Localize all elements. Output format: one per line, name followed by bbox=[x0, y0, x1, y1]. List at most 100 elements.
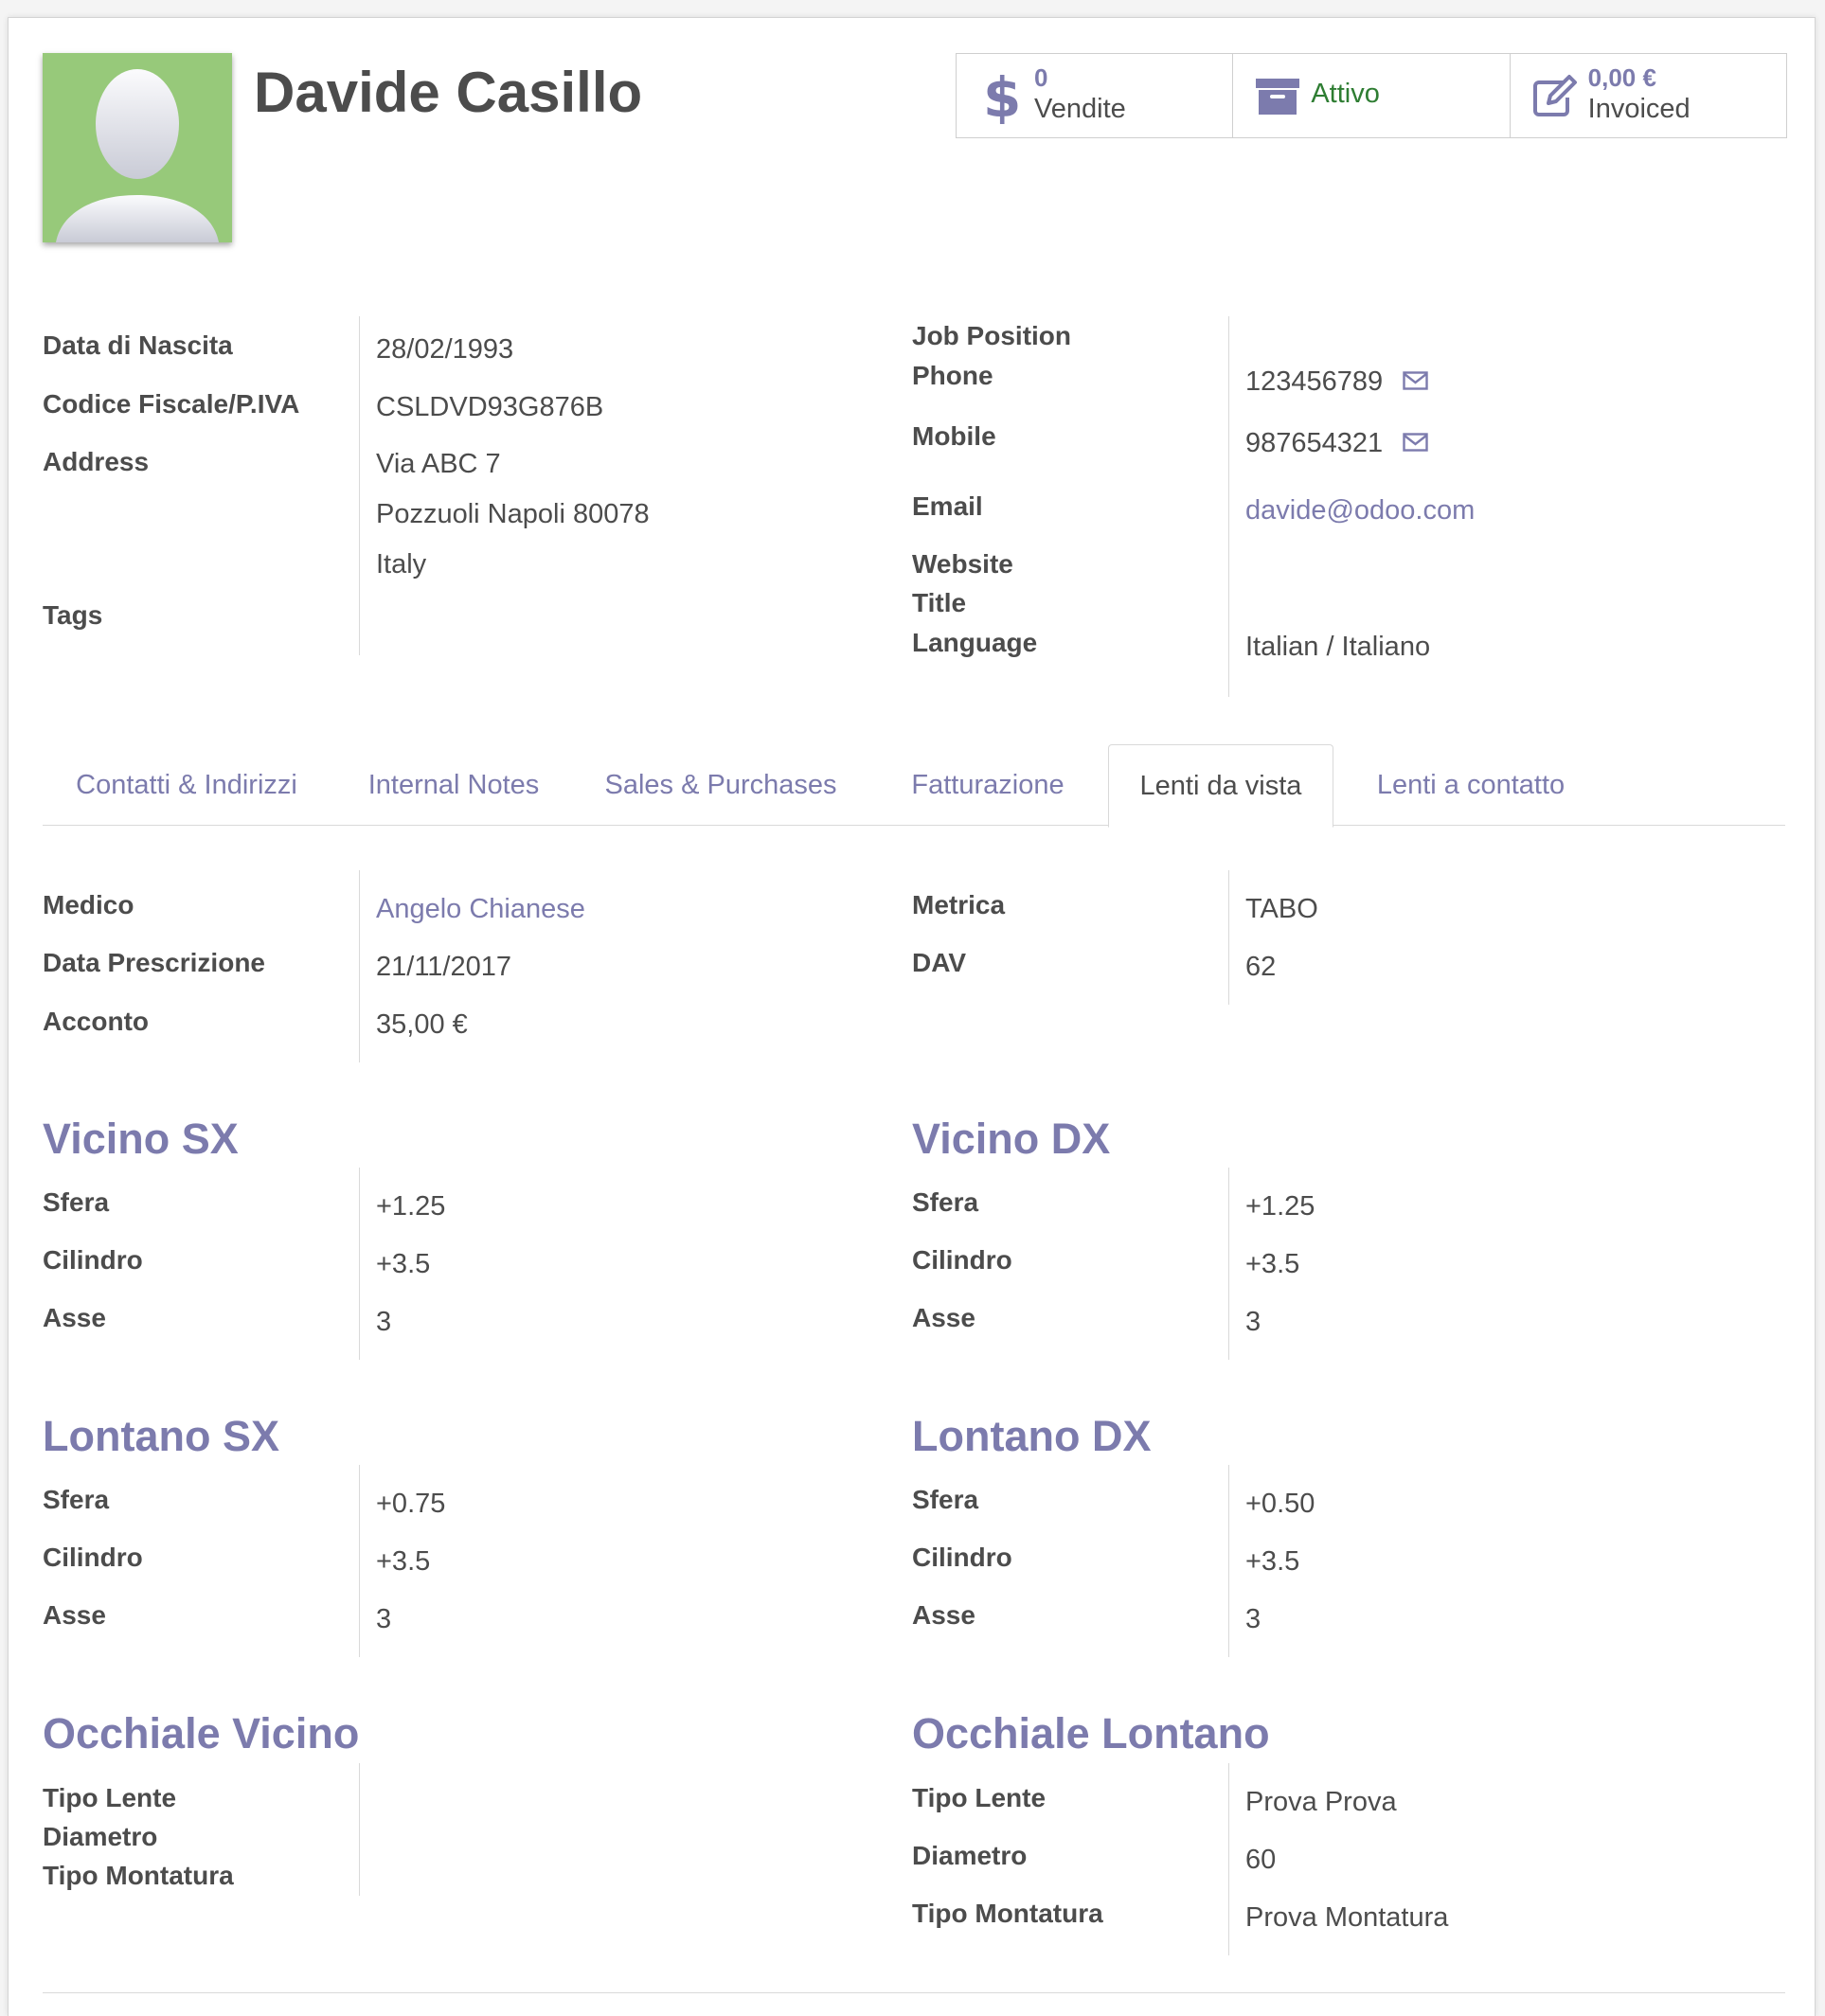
language-label: Language bbox=[912, 628, 1038, 657]
sales-label: Vendite bbox=[1034, 94, 1126, 124]
near-left-cylinder-label: Cilindro bbox=[43, 1245, 143, 1275]
dav-value[interactable]: 62 bbox=[1245, 952, 1276, 983]
glasses-near-diameter-label: Diametro bbox=[43, 1822, 158, 1851]
near-left-title: Vicino SX bbox=[43, 1115, 239, 1163]
doctor-link[interactable]: Angelo Chianese bbox=[376, 894, 585, 925]
partner-form-sheet: Davide Casillo $ 0 Vendite Attivo 0,00 €… bbox=[8, 17, 1816, 2016]
far-right-sphere-label: Sfera bbox=[912, 1485, 979, 1514]
near-right-sphere-value[interactable]: +1.25 bbox=[1245, 1191, 1315, 1222]
far-right-cylinder-label: Cilindro bbox=[912, 1543, 1012, 1572]
near-left-sphere-label: Sfera bbox=[43, 1187, 110, 1217]
address-country[interactable]: Italy bbox=[376, 549, 426, 580]
partner-avatar[interactable] bbox=[43, 53, 232, 242]
tab-sales-purchases[interactable]: Sales & Purchases bbox=[579, 744, 863, 825]
far-right-axis-label: Asse bbox=[912, 1600, 975, 1630]
near-left-axis-label: Asse bbox=[43, 1303, 106, 1332]
tab-lenti-da-vista[interactable]: Lenti da vista bbox=[1108, 744, 1333, 828]
prescription-date-value[interactable]: 21/11/2017 bbox=[376, 952, 511, 983]
active-label: Attivo bbox=[1311, 79, 1380, 109]
phone-label: Phone bbox=[912, 361, 993, 390]
near-left-divider bbox=[359, 1168, 360, 1360]
active-toggle-button[interactable]: Attivo bbox=[1232, 54, 1509, 137]
far-left-sphere-value[interactable]: +0.75 bbox=[376, 1489, 445, 1520]
right-fields-divider bbox=[1228, 316, 1229, 697]
far-left-cylinder-value[interactable]: +3.5 bbox=[376, 1546, 430, 1578]
glasses-near-frame-type-label: Tipo Montatura bbox=[43, 1861, 234, 1890]
prescription-date-label: Data Prescrizione bbox=[43, 948, 265, 977]
glasses-far-divider bbox=[1228, 1763, 1229, 1955]
tab-lenti-a-contatto[interactable]: Lenti a contatto bbox=[1352, 744, 1589, 825]
partner-name: Davide Casillo bbox=[254, 61, 643, 124]
dav-label: DAV bbox=[912, 948, 967, 977]
tax-code-value[interactable]: CSLDVD93G876B bbox=[376, 392, 603, 423]
svg-text:$: $ bbox=[983, 67, 1021, 124]
metric-value[interactable]: TABO bbox=[1245, 894, 1318, 925]
archive-icon bbox=[1256, 79, 1300, 115]
near-left-cylinder-value[interactable]: +3.5 bbox=[376, 1249, 430, 1280]
near-right-sphere-label: Sfera bbox=[912, 1187, 979, 1217]
edit-icon bbox=[1532, 75, 1577, 116]
far-right-title: Lontano DX bbox=[912, 1412, 1152, 1460]
invoiced-label: Invoiced bbox=[1587, 94, 1691, 124]
email-label: Email bbox=[912, 491, 983, 521]
phone-value[interactable]: 123456789 bbox=[1245, 366, 1383, 398]
glasses-far-lens-type-label: Tipo Lente bbox=[912, 1783, 1047, 1812]
user-placeholder-icon bbox=[56, 69, 219, 242]
deposit-value[interactable]: 35,00 € bbox=[376, 1009, 468, 1041]
tab-internal-notes[interactable]: Internal Notes bbox=[344, 744, 564, 825]
near-left-axis-value[interactable]: 3 bbox=[376, 1307, 391, 1338]
prescription-divider bbox=[359, 870, 360, 1062]
far-left-axis-label: Asse bbox=[43, 1600, 106, 1630]
near-right-axis-value[interactable]: 3 bbox=[1245, 1307, 1261, 1338]
far-right-cylinder-value[interactable]: +3.5 bbox=[1245, 1546, 1299, 1578]
address-city[interactable]: Pozzuoli Napoli 80078 bbox=[376, 499, 650, 530]
address-label: Address bbox=[43, 447, 150, 476]
glasses-near-divider bbox=[359, 1763, 360, 1896]
glasses-far-frame-type-value[interactable]: Prova Montatura bbox=[1245, 1902, 1448, 1934]
metric-divider bbox=[1228, 870, 1229, 1005]
tab-fatturazione[interactable]: Fatturazione bbox=[884, 744, 1092, 825]
birth-date-label: Data di Nascita bbox=[43, 330, 233, 360]
far-left-cylinder-label: Cilindro bbox=[43, 1543, 143, 1572]
glasses-near-title: Occhiale Vicino bbox=[43, 1709, 360, 1757]
metric-label: Metrica bbox=[912, 890, 1006, 919]
sales-stat-button[interactable]: $ 0 Vendite bbox=[957, 54, 1232, 137]
job-position-label: Job Position bbox=[912, 321, 1071, 350]
tab-contatti-indirizzi[interactable]: Contatti & Indirizzi bbox=[43, 744, 331, 825]
glasses-far-diameter-value[interactable]: 60 bbox=[1245, 1845, 1276, 1876]
near-right-divider bbox=[1228, 1168, 1229, 1360]
birth-date-value[interactable]: 28/02/1993 bbox=[376, 334, 513, 366]
far-right-divider bbox=[1228, 1465, 1229, 1657]
sales-count: 0 bbox=[1034, 63, 1048, 92]
doctor-label: Medico bbox=[43, 890, 134, 919]
language-value[interactable]: Italian / Italiano bbox=[1245, 632, 1430, 663]
glasses-far-diameter-label: Diametro bbox=[912, 1841, 1028, 1870]
mobile-label: Mobile bbox=[912, 421, 996, 451]
bottom-divider bbox=[43, 1992, 1785, 1993]
email-link[interactable]: davide@odoo.com bbox=[1245, 495, 1475, 526]
dollar-icon: $ bbox=[983, 67, 1021, 124]
glasses-far-lens-type-value[interactable]: Prova Prova bbox=[1245, 1787, 1397, 1818]
deposit-label: Acconto bbox=[43, 1007, 149, 1036]
near-right-title: Vicino DX bbox=[912, 1115, 1111, 1163]
invoiced-amount: 0,00 € bbox=[1587, 63, 1656, 92]
near-right-cylinder-value[interactable]: +3.5 bbox=[1245, 1249, 1299, 1280]
title-label: Title bbox=[912, 588, 967, 617]
address-street[interactable]: Via ABC 7 bbox=[376, 449, 501, 480]
far-left-title: Lontano SX bbox=[43, 1412, 279, 1460]
envelope-icon[interactable] bbox=[1403, 433, 1428, 452]
tax-code-label: Codice Fiscale/P.IVA bbox=[43, 389, 300, 419]
tags-label: Tags bbox=[43, 600, 103, 630]
far-right-axis-value[interactable]: 3 bbox=[1245, 1604, 1261, 1635]
far-right-sphere-value[interactable]: +0.50 bbox=[1245, 1489, 1315, 1520]
glasses-near-lens-type-label: Tipo Lente bbox=[43, 1783, 177, 1812]
near-right-axis-label: Asse bbox=[912, 1303, 975, 1332]
envelope-icon[interactable] bbox=[1403, 371, 1428, 390]
glasses-far-frame-type-label: Tipo Montatura bbox=[912, 1899, 1103, 1928]
far-left-sphere-label: Sfera bbox=[43, 1485, 110, 1514]
mobile-value[interactable]: 987654321 bbox=[1245, 428, 1383, 459]
near-left-sphere-value[interactable]: +1.25 bbox=[376, 1191, 445, 1222]
invoiced-stat-button[interactable]: 0,00 € Invoiced bbox=[1509, 54, 1786, 137]
far-left-axis-value[interactable]: 3 bbox=[376, 1604, 391, 1635]
far-left-divider bbox=[359, 1465, 360, 1657]
